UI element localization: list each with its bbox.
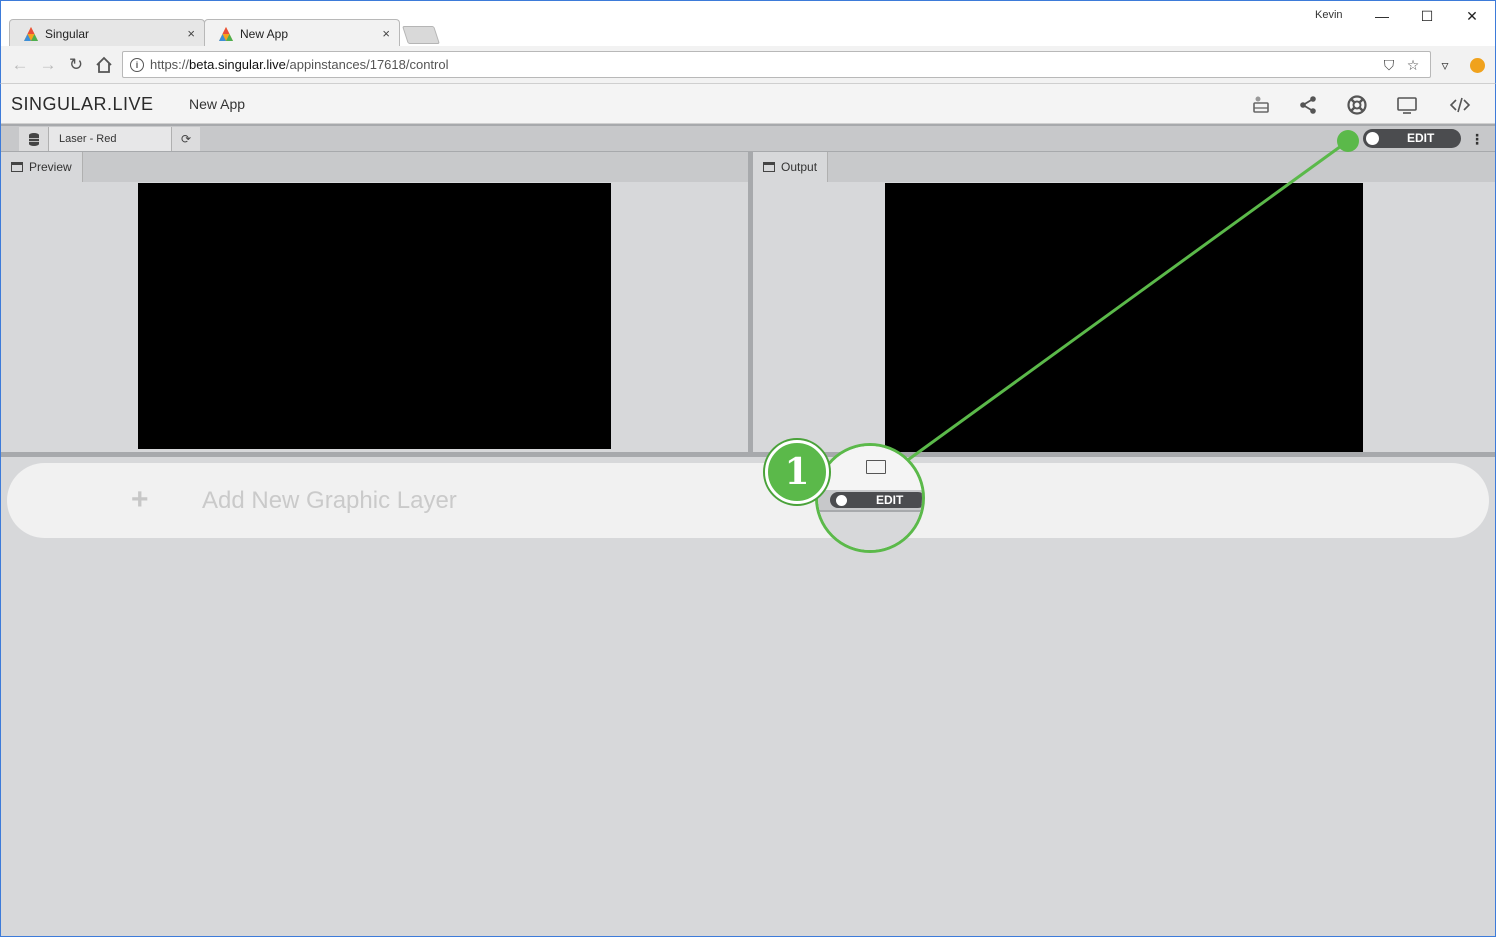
composition-toolbar: Laser - Red ⟳ EDIT ⋮ [0,124,1496,152]
reload-icon[interactable]: ↻ [65,54,87,76]
magnified-edit-label: EDIT [876,493,904,507]
url-scheme: https:// [150,57,190,72]
panel-splitter-horizontal[interactable] [0,452,1496,457]
tab-singular[interactable]: Singular × [9,19,205,48]
app-header: SINGULAR.LIVE New App [0,84,1496,124]
new-tab-button[interactable] [402,26,440,44]
toggle-knob [1366,132,1379,145]
url-path: /appinstances/17618/control [285,57,449,72]
magnified-edit-toggle: EDIT [830,492,922,508]
home-icon[interactable] [93,54,115,76]
pocket-icon[interactable]: ▿ [1437,57,1453,73]
window-icon [763,162,775,172]
window-border-left [0,84,1,937]
close-window-button[interactable]: ✕ [1457,5,1487,27]
monitor-icon [866,460,886,474]
monitor-icon[interactable] [1396,94,1418,116]
output-panel: Output [753,152,1495,452]
window-icon [11,162,23,172]
edit-toggle-label: EDIT [1407,131,1435,145]
site-info-icon[interactable]: i [130,57,144,72]
edit-toggle[interactable]: EDIT [1363,129,1461,148]
callout-magnifier: EDIT [815,443,925,553]
add-layer-label: Add New Graphic Layer [202,487,457,514]
url-host: beta.singular.live [189,57,286,72]
output-label: Output [781,160,818,174]
database-stack-icon [28,133,39,146]
tab-preview[interactable]: Preview [1,152,83,182]
tab-output[interactable]: Output [753,152,829,182]
output-screen [885,183,1363,452]
add-graphic-layer-button[interactable]: + Add New Graphic Layer [7,463,1489,538]
preview-panel: Preview [1,152,748,452]
url-input[interactable]: i https://beta.singular.live/appinstance… [122,51,1431,78]
browser-titlebar: Singular × New App × Kevin — ☐ ✕ [0,0,1496,48]
share-icon[interactable] [1297,94,1319,116]
refresh-icon[interactable]: ⟳ [171,127,200,151]
singular-logo-icon [219,26,233,41]
browser-address-bar: ← → ↻ i https://beta.singular.live/appin… [0,46,1496,84]
forward-arrow-icon[interactable]: → [37,54,59,76]
app-title: New App [189,96,246,112]
tab-close-icon[interactable]: × [382,26,390,41]
panel-header [753,152,1495,182]
magnified-panel [818,510,922,550]
more-options-icon[interactable]: ⋮ [1470,130,1484,148]
minimize-button[interactable]: — [1367,5,1397,27]
callout-number-badge: 1 [765,440,829,504]
maximize-button[interactable]: ☐ [1412,5,1442,27]
preview-screen [138,183,611,449]
tab-title: New App [240,26,289,41]
tab-close-icon[interactable]: × [187,26,195,41]
tab-new-app[interactable]: New App × [204,19,400,48]
database-user-icon[interactable] [1250,94,1272,116]
singular-logo-icon [24,26,38,41]
singular-brand-logo[interactable]: SINGULAR.LIVE [11,94,154,115]
code-icon[interactable] [1449,94,1471,116]
panel-header [1,152,748,182]
bookmark-star-icon[interactable]: ☆ [1405,57,1421,73]
back-arrow-icon[interactable]: ← [9,54,31,76]
extension-orange-icon[interactable] [1469,57,1485,73]
tracking-blocker-icon[interactable]: ⛉ [1381,57,1397,73]
profile-name[interactable]: Kevin [1315,9,1343,21]
composition-name[interactable]: Laser - Red [49,127,171,151]
toggle-knob [836,495,847,506]
preview-label: Preview [29,160,72,174]
plus-icon: + [131,483,149,516]
database-icon[interactable] [19,127,49,151]
tab-title: Singular [45,26,90,41]
help-lifebuoy-icon[interactable] [1346,94,1368,116]
